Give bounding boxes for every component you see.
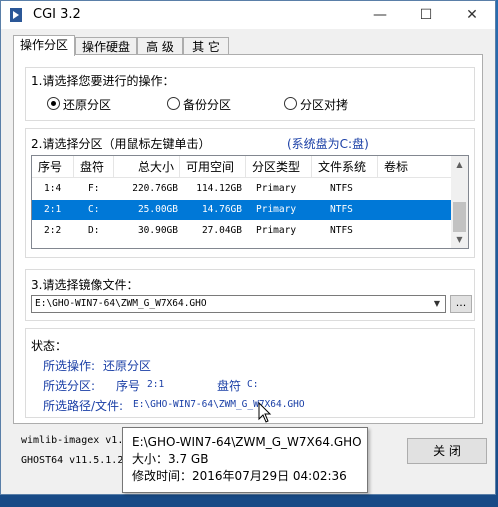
cell-total: 220.76GB — [132, 183, 178, 194]
close-window-button[interactable]: ✕ — [449, 1, 495, 29]
tooltip-size-label: 大小： — [132, 452, 169, 466]
cell-free: 114.12GB — [196, 183, 242, 194]
backup-radio[interactable] — [167, 97, 180, 110]
tab-other[interactable]: 其 它 — [183, 37, 229, 55]
status-path-value: E:\GHO-WIN7-64\ZWM_G_W7X64.GHO — [133, 399, 305, 410]
status-path-label: 所选路径/文件: — [43, 399, 124, 413]
cell-type: Primary — [256, 183, 297, 194]
window-title: CGI 3.2 — [33, 7, 81, 22]
cell-letter: F: — [88, 183, 100, 194]
cell-fs: NTFS — [330, 225, 353, 236]
status-op-value: 还原分区 — [103, 359, 152, 373]
scroll-up-icon[interactable]: ▲ — [451, 156, 468, 173]
restore-radio[interactable] — [47, 97, 60, 110]
app-window: CGI 3.2 — ☐ ✕ 操作分区 操作硬盘 高 级 其 它 1.请选择您要进… — [0, 0, 496, 495]
cell-type: Primary — [256, 204, 297, 215]
col-header-total[interactable]: 总大小 — [114, 156, 180, 178]
tab-advanced[interactable]: 高 级 — [137, 37, 183, 55]
cell-total: 25.00GB — [137, 204, 178, 215]
cell-fs: NTFS — [330, 204, 353, 215]
table-scrollbar[interactable]: ▲ ▼ — [451, 156, 468, 248]
cell-letter: D: — [88, 225, 100, 236]
cell-fs: NTFS — [330, 183, 353, 194]
table-row[interactable]: 2:1 C: 25.00GB 14.76GB Primary NTFS — [32, 200, 452, 220]
scroll-thumb[interactable] — [453, 202, 466, 232]
status-op-label: 所选操作: — [43, 359, 96, 373]
file-tooltip: E:\GHO-WIN7-64\ZWM_G_W7X64.GHO 大小：3.7 GB… — [122, 427, 368, 493]
col-header-index[interactable]: 序号 — [32, 156, 74, 178]
system-disk-hint: (系统盘为C:盘) — [287, 137, 369, 151]
col-header-letter[interactable]: 盘符 — [74, 156, 114, 178]
tab-partition[interactable]: 操作分区 — [13, 35, 75, 56]
close-button[interactable]: 关 闭 — [407, 438, 487, 464]
image-label: 3.请选择镜像文件： — [31, 278, 139, 292]
cell-letter: C: — [88, 204, 100, 215]
wimlib-version: wimlib-imagex v1. — [21, 435, 124, 446]
browse-button[interactable]: ... — [450, 295, 472, 313]
cell-type: Primary — [256, 225, 297, 236]
tooltip-size-row: 大小：3.7 GB — [132, 451, 358, 468]
col-header-volume[interactable]: 卷标 — [378, 156, 452, 178]
restore-radio-label[interactable]: 还原分区 — [63, 96, 111, 113]
tooltip-modified-row: 修改时间：2016年07月29日 04:02:36 — [132, 468, 358, 485]
tooltip-size: 3.7 GB — [168, 452, 209, 466]
copy-radio[interactable] — [284, 97, 297, 110]
tooltip-modified: 2016年07月29日 04:02:36 — [192, 469, 347, 483]
table-row[interactable]: 1:4 F: 220.76GB 114.12GB Primary NTFS — [32, 179, 452, 199]
tab-disk[interactable]: 操作硬盘 — [75, 37, 137, 55]
status-title: 状态： — [31, 339, 68, 353]
cell-index: 2:2 — [44, 225, 62, 236]
col-header-fs[interactable]: 文件系统 — [312, 156, 378, 178]
image-path-combobox[interactable]: E:\GHO-WIN7-64\ZWM_G_W7X64.GHO — [31, 295, 446, 313]
app-icon — [10, 8, 22, 22]
status-part-letter-label: 盘符 — [217, 379, 242, 393]
tooltip-path: E:\GHO-WIN7-64\ZWM_G_W7X64.GHO — [132, 435, 362, 449]
status-part-letter: C: — [247, 379, 259, 390]
tooltip-modified-label: 修改时间： — [132, 469, 193, 483]
col-header-type[interactable]: 分区类型 — [246, 156, 312, 178]
status-part-index-label: 序号 — [116, 379, 141, 393]
cell-index: 2:1 — [44, 204, 62, 215]
table-row[interactable]: 2:2 D: 30.90GB 27.04GB Primary NTFS — [32, 221, 452, 241]
title-bar: CGI 3.2 — ☐ ✕ — [1, 1, 495, 29]
partition-table[interactable]: 序号 盘符 总大小 可用空间 分区类型 文件系统 卷标 1:4 F: 220.7… — [31, 155, 469, 249]
maximize-button[interactable]: ☐ — [403, 1, 449, 29]
cell-free: 14.76GB — [201, 204, 242, 215]
ghost-version: GHOST64 v11.5.1.2 — [21, 455, 124, 466]
col-header-free[interactable]: 可用空间 — [180, 156, 246, 178]
scroll-down-icon[interactable]: ▼ — [451, 231, 468, 248]
backup-radio-label[interactable]: 备份分区 — [183, 96, 231, 113]
mouse-cursor-icon — [258, 402, 272, 423]
partition-label: 2.请选择分区（用鼠标左键单击） — [31, 137, 211, 151]
status-part-index: 2:1 — [147, 379, 165, 390]
cell-total: 30.90GB — [137, 225, 178, 236]
tab-strip: 操作分区 操作硬盘 高 级 其 它 — [13, 35, 483, 56]
status-part-label: 所选分区: — [43, 379, 96, 393]
cell-index: 1:4 — [44, 183, 62, 194]
cell-free: 27.04GB — [201, 225, 242, 236]
chevron-down-icon[interactable]: ▼ — [429, 296, 445, 312]
minimize-button[interactable]: — — [357, 1, 403, 29]
operation-label: 1.请选择您要进行的操作： — [31, 74, 175, 88]
copy-radio-label[interactable]: 分区对拷 — [300, 96, 348, 113]
